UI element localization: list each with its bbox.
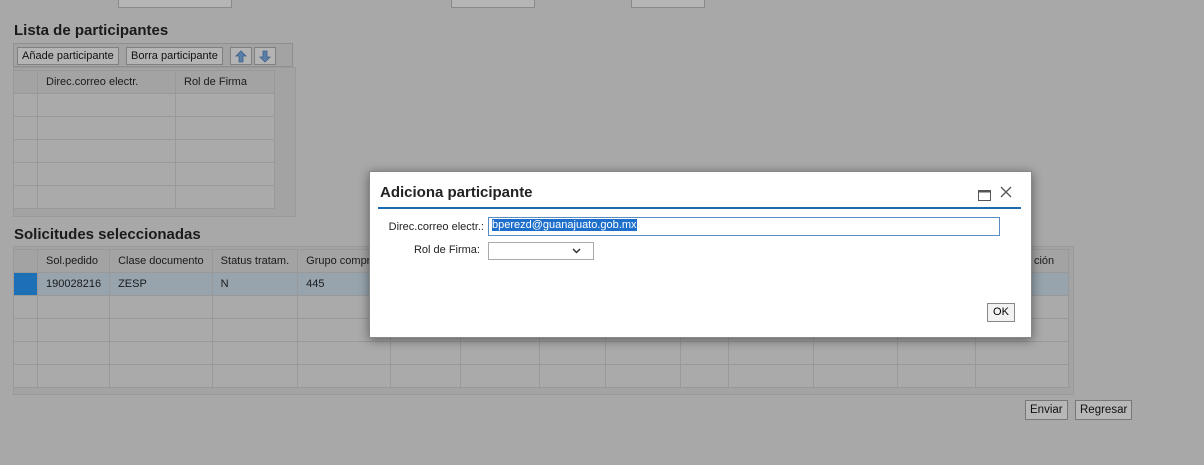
participants-header-row: Direc.correo electr. Rol de Firma bbox=[13, 70, 275, 94]
row-selector-header bbox=[13, 249, 38, 273]
top-field-3[interactable] bbox=[631, 0, 705, 8]
email-field-value: bperezd@guanajuato.gob.mx bbox=[492, 219, 637, 231]
send-button[interactable]: Enviar bbox=[1025, 400, 1068, 420]
top-field-1[interactable] bbox=[118, 0, 232, 8]
cell-status: N bbox=[211, 272, 299, 296]
row-selector[interactable] bbox=[13, 364, 38, 388]
email-label: Direc.correo electr.: bbox=[388, 221, 484, 233]
requests-title: Solicitudes seleccionadas bbox=[14, 226, 201, 243]
add-participant-dialog: Adiciona participante Direc.correo elect… bbox=[369, 171, 1032, 338]
row-selector-header bbox=[13, 70, 38, 94]
close-icon[interactable] bbox=[1000, 185, 1012, 201]
top-field-2[interactable] bbox=[451, 0, 535, 8]
column-header[interactable]: Rol de Firma bbox=[175, 70, 275, 94]
participants-title: Lista de participantes bbox=[14, 22, 169, 39]
column-header[interactable]: Sol.pedido bbox=[36, 249, 111, 273]
chevron-down-icon bbox=[572, 248, 581, 254]
add-participant-button[interactable]: Añade participante bbox=[17, 47, 119, 65]
dialog-title-rule bbox=[378, 207, 1021, 209]
row-selector[interactable] bbox=[13, 116, 38, 140]
row-selector[interactable] bbox=[13, 185, 38, 209]
table-row[interactable] bbox=[13, 162, 275, 186]
cell-clase-documento: ZESP bbox=[109, 272, 213, 296]
row-selector[interactable] bbox=[13, 93, 38, 117]
row-selector[interactable] bbox=[13, 162, 38, 186]
participants-table: Direc.correo electr. Rol de Firma bbox=[13, 70, 275, 209]
table-row[interactable] bbox=[13, 93, 275, 117]
role-select[interactable] bbox=[488, 242, 594, 260]
move-down-button[interactable] bbox=[254, 47, 276, 65]
maximize-icon[interactable] bbox=[978, 188, 991, 204]
row-selector[interactable] bbox=[13, 341, 38, 365]
row-selector[interactable] bbox=[13, 318, 38, 342]
back-button[interactable]: Regresar bbox=[1075, 400, 1133, 420]
column-header[interactable]: Clase documento bbox=[109, 249, 213, 273]
role-label: Rol de Firma: bbox=[413, 244, 480, 256]
table-row[interactable] bbox=[13, 185, 275, 209]
cell-sol-pedido: 190028216 bbox=[36, 272, 111, 296]
column-header[interactable]: Status tratam. bbox=[211, 249, 299, 273]
ok-button[interactable]: OK bbox=[987, 303, 1015, 322]
delete-participant-button[interactable]: Borra participante bbox=[126, 47, 223, 65]
table-row[interactable] bbox=[13, 116, 275, 140]
table-row[interactable] bbox=[13, 139, 275, 163]
email-field[interactable]: bperezd@guanajuato.gob.mx bbox=[488, 217, 1000, 236]
row-selector[interactable] bbox=[13, 295, 38, 319]
dialog-title: Adiciona participante bbox=[380, 184, 533, 201]
move-up-button[interactable] bbox=[230, 47, 252, 65]
arrow-up-icon bbox=[235, 49, 247, 62]
table-row[interactable] bbox=[13, 364, 1069, 388]
participants-toolbar: Añade participante Borra participante bbox=[13, 43, 293, 67]
table-row[interactable] bbox=[13, 341, 1069, 365]
row-selector[interactable] bbox=[13, 272, 38, 296]
row-selector[interactable] bbox=[13, 139, 38, 163]
arrow-down-icon bbox=[259, 50, 271, 63]
column-header[interactable]: Direc.correo electr. bbox=[37, 70, 176, 94]
